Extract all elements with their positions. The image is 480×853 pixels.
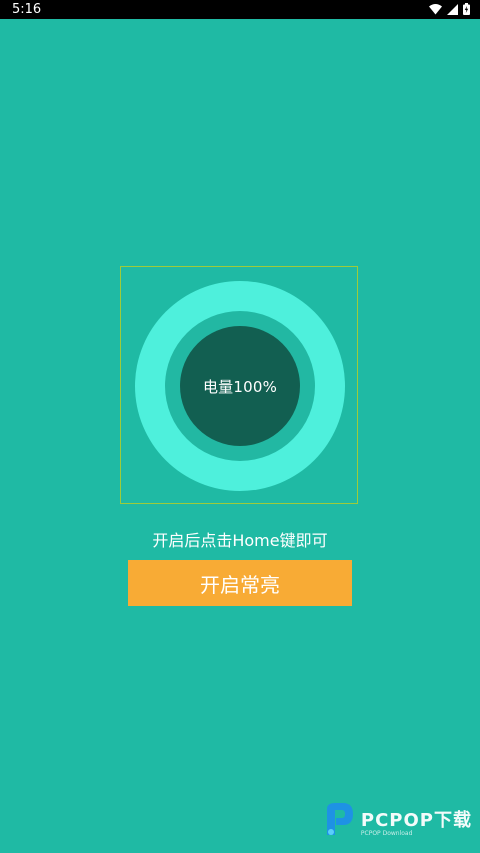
status-bar: 5:16: [0, 0, 480, 19]
watermark-sub: PCPOP Download: [360, 829, 413, 837]
battery-ring-inner: 电量100%: [180, 326, 300, 446]
battery-ring-frame: 电量100%: [120, 266, 358, 504]
battery-ring-middle: 电量100%: [165, 311, 315, 461]
status-icons: [429, 3, 470, 15]
hint-text: 开启后点击Home键即可: [152, 531, 328, 550]
watermark-brand: PCPOP下载: [360, 809, 472, 831]
keep-screen-on-button[interactable]: 开启常亮: [128, 560, 352, 606]
status-time: 5:16: [12, 2, 42, 17]
signal-icon: [447, 3, 458, 15]
battery-level-label: 电量100%: [202, 377, 278, 396]
watermark-logo-icon: [323, 801, 355, 841]
wifi-icon: [429, 3, 442, 15]
battery-ring-outer: 电量100%: [135, 281, 345, 491]
watermark: PCPOP下载 PCPOP Download: [323, 801, 472, 841]
battery-icon: [463, 3, 470, 15]
